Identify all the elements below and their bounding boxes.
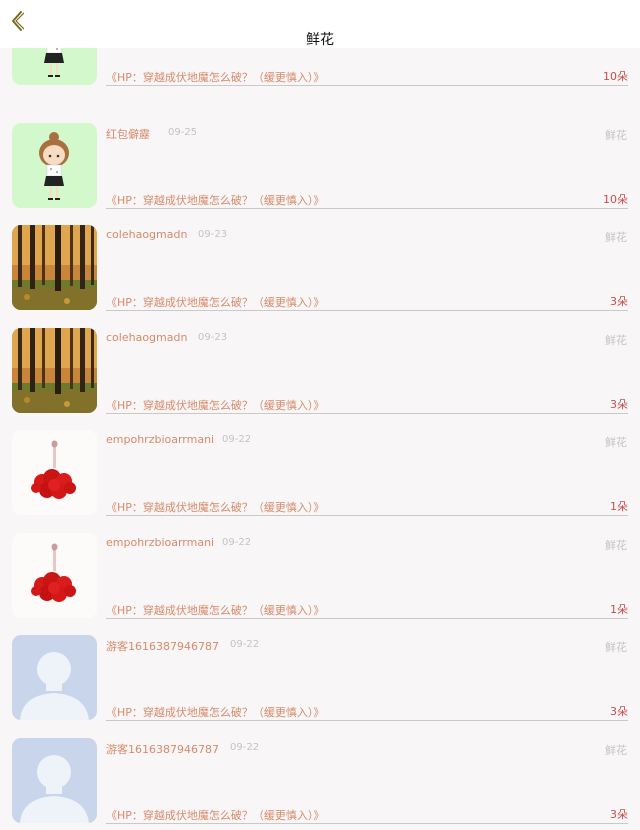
gift-type: 鲜花 (605, 744, 627, 757)
flower-count: 3朵 (610, 808, 628, 821)
divider (106, 85, 628, 86)
list-item[interactable]: empohrzbioarrmani 09-22 鲜花 《HP：穿越成伏地魔怎么破… (0, 410, 640, 516)
page-title: 鲜花 (306, 32, 334, 48)
avatar[interactable] (12, 123, 97, 208)
back-button[interactable] (6, 9, 28, 33)
date: 09-23 (198, 332, 228, 343)
nav-bar: 鲜花 (0, 0, 640, 48)
divider (106, 823, 628, 824)
user-name: colehaogmadn (106, 228, 188, 241)
date: 09-22 (222, 434, 252, 445)
list-item[interactable]: colehaogmadn 09-23 鲜花 《HP：穿越成伏地魔怎么破？（缓更慎… (0, 205, 640, 311)
date: 09-22 (230, 742, 260, 753)
gift-type: 鲜花 (605, 231, 627, 244)
user-name: 游客1616387946787 (106, 743, 219, 756)
flower-count: 1朵 (610, 500, 628, 513)
avatar[interactable] (12, 635, 97, 720)
gift-type: 鲜花 (605, 129, 627, 142)
flower-count: 3朵 (610, 295, 628, 308)
date: 09-22 (222, 537, 252, 548)
chevron-left-icon (12, 11, 24, 31)
date: 09-22 (230, 639, 260, 650)
gift-type: 鲜花 (605, 539, 627, 552)
user-name: empohrzbioarrmani (106, 433, 215, 446)
avatar[interactable] (12, 533, 97, 618)
user-name: 游客1616387946787 (106, 640, 219, 653)
list-item[interactable]: 红包僻靂 09-25 鲜花 《HP：穿越成伏地魔怎么破？（缓更慎入）》 10朵 (0, 103, 640, 209)
list-item[interactable]: 游客1616387946787 09-22 鲜花 《HP：穿越成伏地魔怎么破？（… (0, 615, 640, 721)
list-item[interactable]: 游客1616387946787 09-22 鲜花 《HP：穿越成伏地魔怎么破？（… (0, 718, 640, 824)
date: 09-25 (168, 127, 198, 138)
avatar[interactable] (12, 225, 97, 310)
gift-type: 鲜花 (605, 436, 627, 449)
flower-count: 10朵 (603, 70, 628, 83)
avatar[interactable] (12, 328, 97, 413)
avatar[interactable] (12, 430, 97, 515)
avatar[interactable] (12, 738, 97, 823)
date: 09-23 (198, 229, 228, 240)
book-title[interactable]: 《HP：穿越成伏地魔怎么破？（缓更慎入）》 (106, 69, 324, 85)
gift-list: 《HP：穿越成伏地魔怎么破？（缓更慎入）》 10朵 红包僻靂 09-25 鲜花 … (0, 0, 640, 830)
user-name: empohrzbioarrmani (106, 536, 215, 549)
gift-type: 鲜花 (605, 641, 627, 654)
gift-type: 鲜花 (605, 334, 627, 347)
list-item[interactable]: colehaogmadn 09-23 鲜花 《HP：穿越成伏地魔怎么破？（缓更慎… (0, 308, 640, 414)
book-title[interactable]: 《HP：穿越成伏地魔怎么破？（缓更慎入）》 (106, 807, 324, 823)
user-name: 红包僻靂 (106, 128, 150, 141)
list-item[interactable]: empohrzbioarrmani 09-22 鲜花 《HP：穿越成伏地魔怎么破… (0, 513, 640, 619)
user-name: colehaogmadn (106, 331, 188, 344)
flower-count: 3朵 (610, 705, 628, 718)
